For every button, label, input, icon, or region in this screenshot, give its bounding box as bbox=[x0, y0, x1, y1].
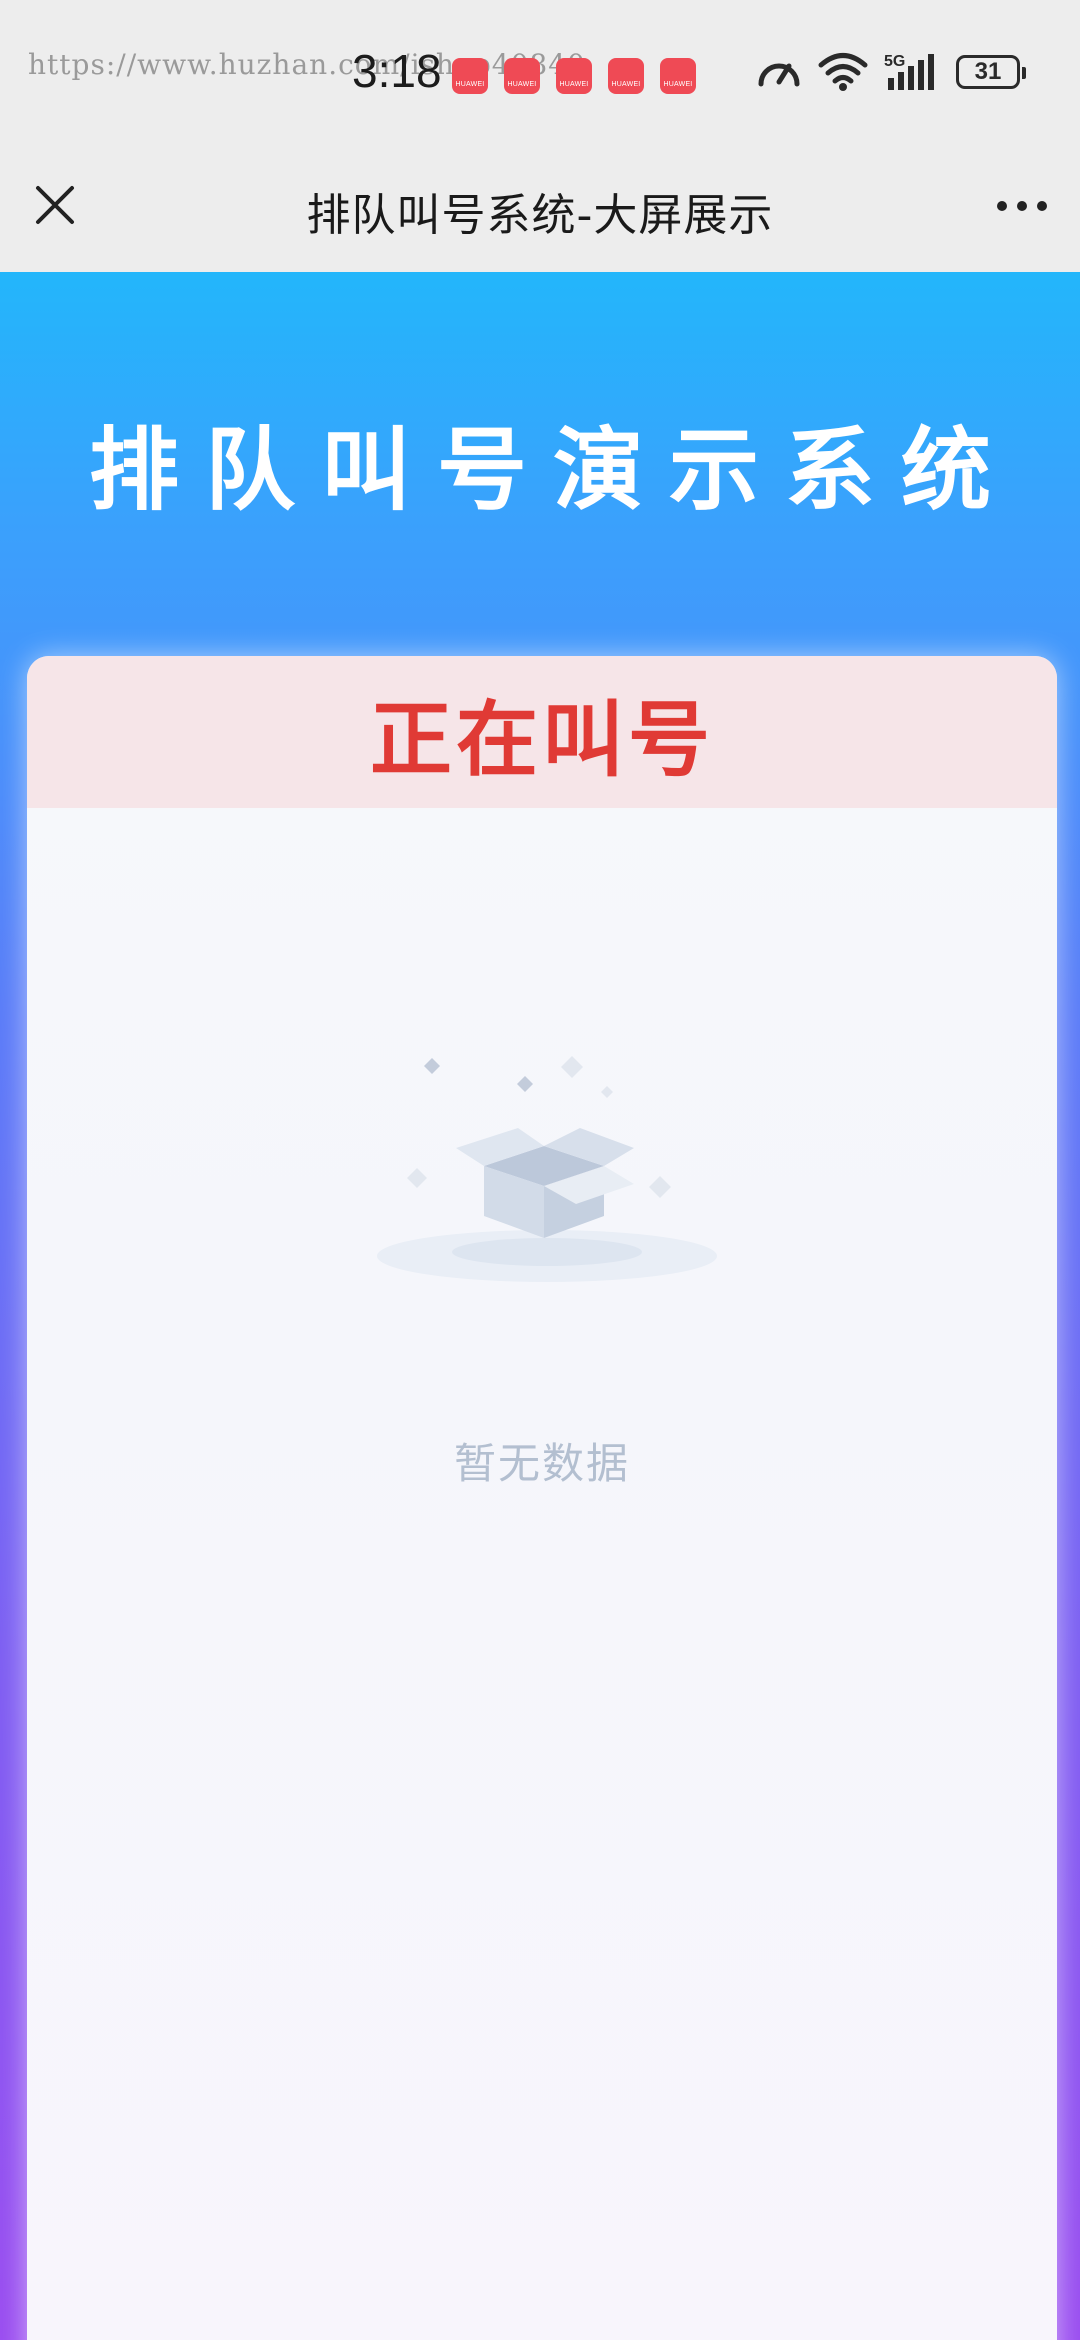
card-title: 正在叫号 bbox=[369, 692, 714, 788]
battery-level: 31 bbox=[974, 58, 1002, 85]
more-icon[interactable] bbox=[992, 186, 1052, 226]
huawei-notification-icon: HUAWEI bbox=[452, 58, 488, 94]
page-title: 排队叫号系统-大屏展示 bbox=[306, 190, 774, 241]
notification-label: HUAWEI bbox=[611, 81, 641, 88]
main-content: 排队叫号演示系统 正在叫号 暂无数据 bbox=[0, 272, 1080, 2340]
huawei-notification-icon: HUAWEI bbox=[504, 58, 540, 94]
clock: 3:18 bbox=[352, 45, 442, 97]
huawei-notification-icon: HUAWEI bbox=[660, 58, 696, 94]
hero-title: 排队叫号演示系统 bbox=[89, 418, 1017, 523]
notification-label: HUAWEI bbox=[507, 81, 537, 88]
battery-icon: 31 bbox=[956, 55, 1026, 89]
close-icon[interactable] bbox=[30, 180, 80, 230]
status-bar: https://www.huzhan.com/ishop40840 3:18 H… bbox=[0, 0, 1080, 150]
wifi-icon bbox=[818, 53, 868, 91]
signal-icon: 5G bbox=[884, 53, 934, 90]
huawei-notification-icon: HUAWEI bbox=[556, 58, 592, 94]
app-bar: 排队叫号系统-大屏展示 bbox=[0, 150, 1080, 272]
huawei-notification-icon: HUAWEI bbox=[608, 58, 644, 94]
notification-label: HUAWEI bbox=[455, 81, 485, 88]
notification-icons: HUAWEI HUAWEI HUAWEI HUAWEI HUAWEI bbox=[452, 58, 696, 94]
card-header: 正在叫号 bbox=[27, 656, 1057, 808]
notification-label: HUAWEI bbox=[663, 81, 693, 88]
system-icons: 5G 31 bbox=[756, 52, 1026, 92]
network-label: 5G bbox=[884, 53, 905, 70]
notification-label: HUAWEI bbox=[559, 81, 589, 88]
speed-icon bbox=[758, 63, 800, 87]
calling-card: 正在叫号 暂无数据 bbox=[27, 656, 1057, 2340]
empty-text: 暂无数据 bbox=[453, 1439, 630, 1488]
empty-box-icon bbox=[377, 1056, 717, 1282]
